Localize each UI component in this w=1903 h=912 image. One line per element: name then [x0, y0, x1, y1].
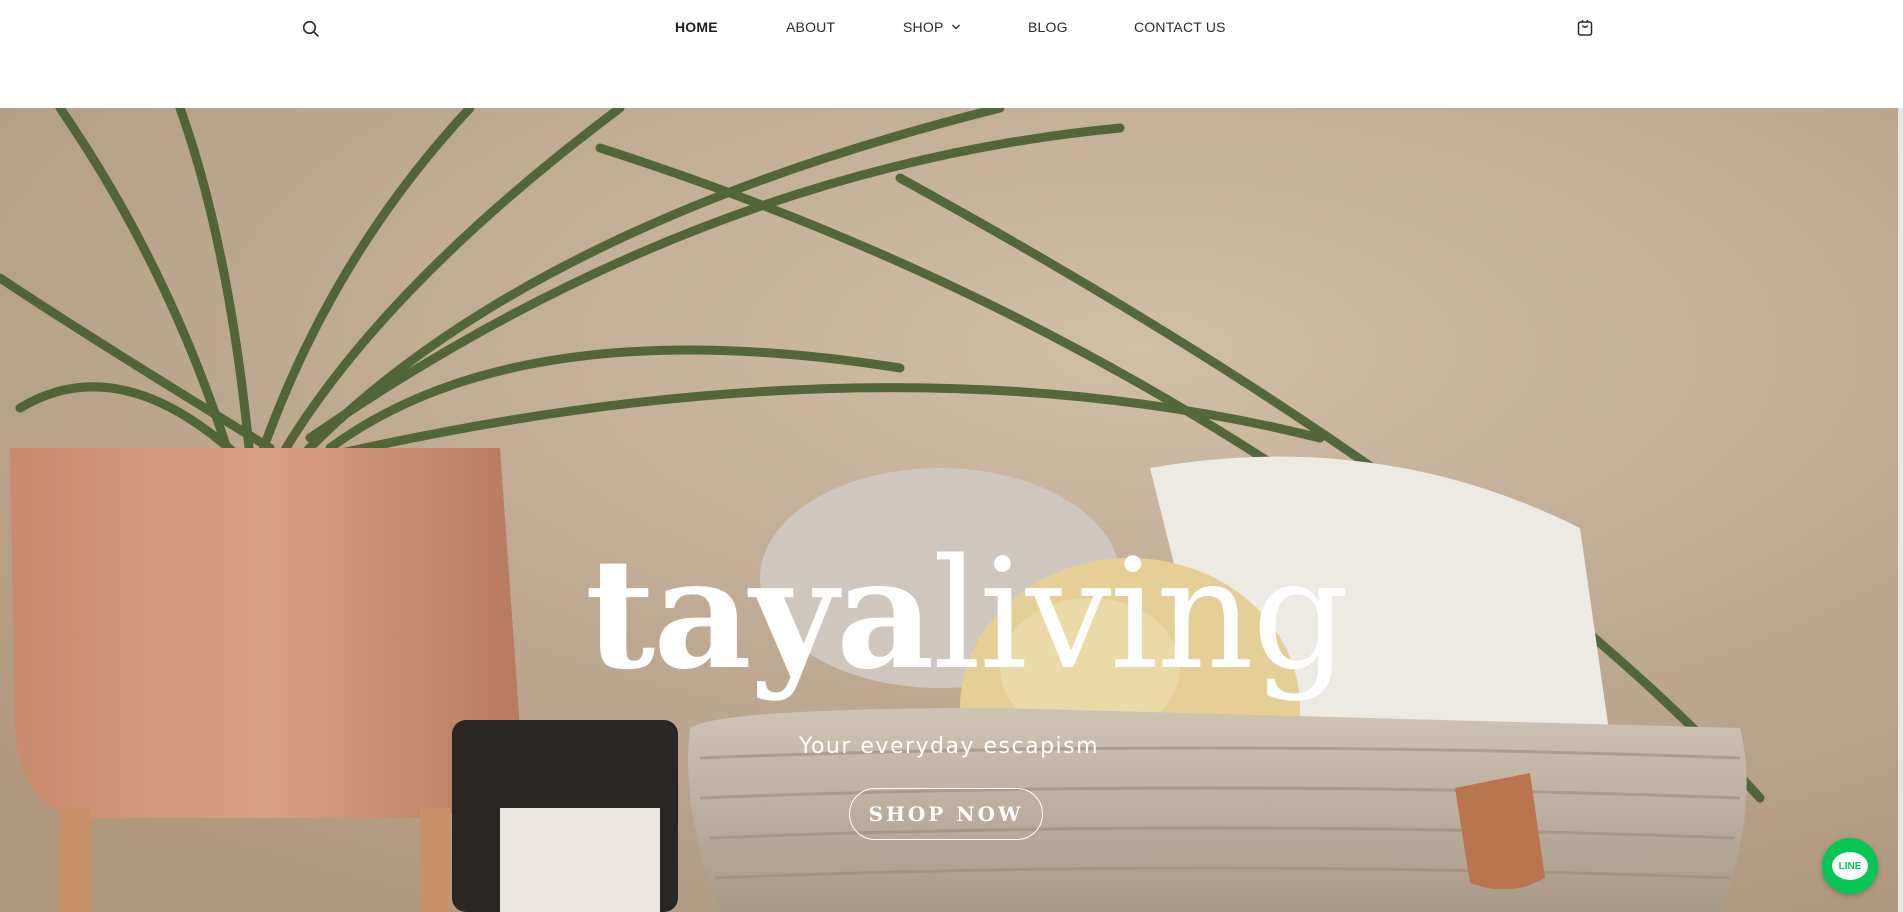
nav-shop[interactable]: SHOP: [903, 19, 961, 35]
chevron-down-icon: [952, 24, 961, 30]
shopping-bag-icon: [1577, 19, 1593, 36]
nav-about[interactable]: ABOUT: [786, 19, 835, 35]
line-chat-button[interactable]: LINE: [1822, 838, 1878, 894]
search-icon: [302, 20, 319, 37]
hero-tagline: Your everyday escapism: [798, 734, 1100, 759]
nav-contact-us[interactable]: CONTACT US: [1134, 19, 1226, 35]
scrollbar-track[interactable]: [1898, 108, 1903, 912]
brand-logo: tayaliving: [585, 538, 1349, 728]
cart-button[interactable]: [1574, 17, 1596, 39]
nav-home[interactable]: HOME: [675, 19, 718, 35]
brand-logo-living: living: [932, 526, 1350, 703]
site-header: HOME ABOUT SHOP BLOG CONTACT US: [0, 0, 1903, 108]
nav-shop-label: SHOP: [903, 19, 944, 35]
search-button[interactable]: [300, 18, 322, 40]
line-icon: LINE: [1832, 852, 1868, 880]
hero-banner: tayaliving Your everyday escapism SHOP N…: [0, 108, 1898, 912]
line-label: LINE: [1838, 860, 1862, 872]
brand-logo-taya: taya: [585, 524, 935, 703]
nav-blog[interactable]: BLOG: [1028, 19, 1068, 35]
shop-now-button[interactable]: SHOP NOW: [849, 788, 1043, 840]
hero-content: tayaliving Your everyday escapism SHOP N…: [0, 108, 1898, 912]
